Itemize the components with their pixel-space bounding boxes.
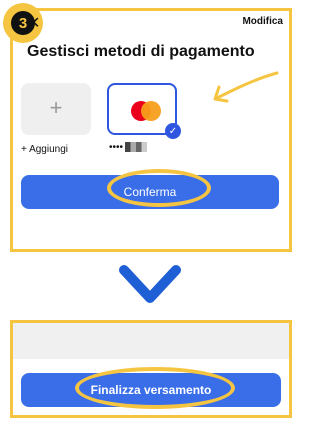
modify-link[interactable]: Modifica [242,16,283,27]
check-icon: ✓ [165,123,181,139]
finalize-deposit-button[interactable]: Finalizza versamento [21,367,281,409]
panel-header-band [13,323,289,359]
payment-methods-panel: 3 ✕ Modifica Gestisci metodi di pagament… [3,3,292,252]
add-payment-label: + Aggiungi [21,144,68,155]
page-title: Gestisci metodi di pagamento [27,43,255,60]
mastercard-logo [131,101,161,121]
plus-icon: + [49,95,63,120]
chevron-down-icon [119,265,181,303]
finalize-panel: Finalizza versamento [10,320,292,418]
redacted-digits [125,142,148,153]
add-payment-method-tile[interactable]: + [21,83,91,135]
confirm-label: Conferma [123,185,177,199]
pointer-arrow-icon [213,71,279,103]
card-number-label: •••• [109,142,148,153]
finalize-label: Finalizza versamento [90,383,212,397]
card-mask: •••• [109,142,124,153]
mastercard-tile[interactable]: ✓ [107,83,181,139]
confirm-button[interactable]: Conferma [21,169,279,209]
close-icon[interactable]: ✕ [27,15,40,33]
